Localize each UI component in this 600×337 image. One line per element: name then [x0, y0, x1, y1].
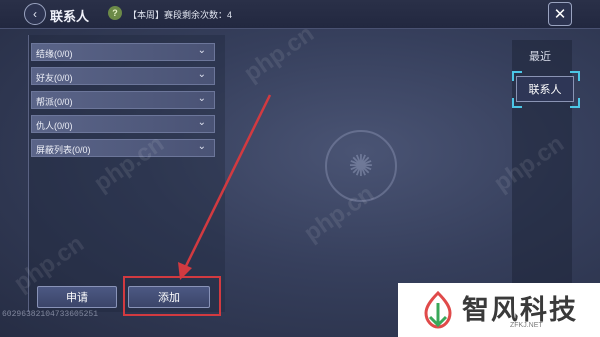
- selection-corner: [512, 71, 522, 81]
- selection-corner: [570, 71, 580, 81]
- selection-corner: [570, 98, 580, 108]
- player-id: 60296382104733605251: [2, 310, 99, 319]
- tab-recent[interactable]: 最近: [520, 46, 560, 66]
- logo-domain: ZFKJ.NET: [510, 322, 543, 329]
- logo-icon: [424, 291, 452, 329]
- selection-corner: [512, 98, 522, 108]
- tab-contacts[interactable]: 联系人: [516, 76, 574, 102]
